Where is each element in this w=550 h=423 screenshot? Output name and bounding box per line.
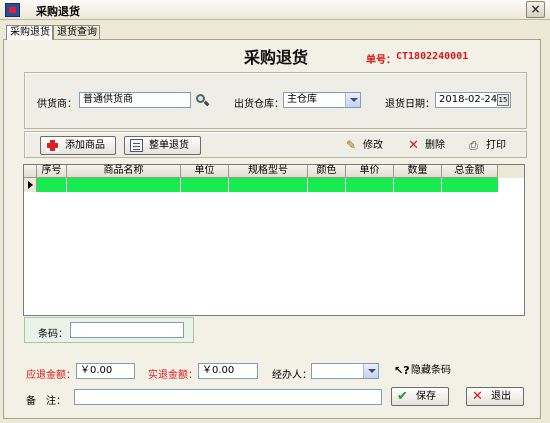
column-header[interactable]: 颜色 <box>308 165 346 178</box>
due-amount-label: 应退金额： <box>26 370 76 381</box>
supplier-field[interactable]: 普通供货商 <box>79 92 191 108</box>
chevron-down-icon[interactable] <box>363 364 378 378</box>
operator-select[interactable] <box>311 363 379 379</box>
delete-button[interactable]: ✕ 删除 <box>408 137 448 155</box>
remark-field[interactable] <box>74 389 382 405</box>
date-value: 2018-02-24 <box>439 94 498 105</box>
exit-button[interactable]: ✕ 退出 <box>466 387 524 406</box>
date-label: 退货日期： <box>385 99 435 110</box>
page-title: 采购退货 <box>244 48 309 67</box>
edit-button[interactable]: ✎ 修改 <box>346 137 386 155</box>
warehouse-select[interactable]: 主仓库 <box>283 92 361 108</box>
operator-label: 经办人： <box>272 370 312 381</box>
table-cell[interactable] <box>67 178 181 192</box>
remark-label: 备 注： <box>26 396 66 407</box>
column-header[interactable]: 序号 <box>37 165 67 178</box>
due-amount-field[interactable]: ￥0.00 <box>76 363 135 379</box>
document-icon <box>130 139 143 152</box>
header-bar: 采购退货 单号： CT1802240001 <box>4 40 540 68</box>
hide-barcode-toggle[interactable]: ↖? 隐藏条码 <box>394 362 454 380</box>
save-button[interactable]: ✔ 保存 <box>391 387 449 406</box>
full-return-button[interactable]: 整单退货 <box>124 136 201 155</box>
search-icon[interactable] <box>195 93 210 107</box>
column-header[interactable]: 数量 <box>394 165 442 178</box>
supplier-label: 供货商： <box>37 99 77 110</box>
column-header[interactable]: 规格型号 <box>229 165 308 178</box>
table-cell[interactable] <box>394 178 442 192</box>
close-button[interactable]: × <box>526 1 545 18</box>
table-cell[interactable] <box>37 178 67 192</box>
date-field[interactable]: 2018-02-24 15 <box>435 92 511 108</box>
tab-purchase-return[interactable]: 采购退货 <box>6 25 53 40</box>
tab-return-query[interactable]: 退货查询 <box>53 25 100 39</box>
app-icon <box>5 3 20 17</box>
pencil-icon: ✎ <box>346 138 357 152</box>
plus-icon <box>46 139 59 152</box>
row-pointer-icon <box>24 178 37 192</box>
printer-icon: ⎙ <box>469 139 478 152</box>
header-corner <box>24 165 37 178</box>
table-cell[interactable] <box>181 178 229 192</box>
form-group: 供货商： 普通供货商 出货仓库： 主仓库 退货日期： 2018-02-24 15 <box>24 72 527 129</box>
table-cell[interactable] <box>346 178 394 192</box>
barcode-input[interactable] <box>70 322 184 338</box>
warehouse-label: 出货仓库： <box>234 99 284 110</box>
close-icon: ✕ <box>472 389 483 404</box>
column-header[interactable]: 单位 <box>181 165 229 178</box>
column-header[interactable]: 单价 <box>346 165 394 178</box>
delete-x-icon: ✕ <box>408 138 419 153</box>
add-item-button[interactable]: 添加商品 <box>40 136 116 155</box>
barcode-label: 条码： <box>38 329 68 340</box>
calendar-icon[interactable]: 15 <box>497 94 509 106</box>
table-cell[interactable] <box>229 178 308 192</box>
toolbar-group: 添加商品 整单退货 ✎ 修改 ✕ 删除 ⎙ 打印 <box>24 131 527 158</box>
cursor-help-icon: ↖? <box>394 364 410 377</box>
title-bar: 采购退货 × <box>0 0 550 20</box>
table-cell[interactable] <box>308 178 346 192</box>
check-icon: ✔ <box>397 389 408 404</box>
window-title: 采购退货 <box>36 5 80 18</box>
actual-amount-label: 实退金额： <box>148 370 198 381</box>
items-table[interactable]: 序号 商品名称 单位 规格型号 颜色 单价 数量 总金额 <box>23 164 525 316</box>
table-cell[interactable] <box>442 178 499 192</box>
warehouse-value: 主仓库 <box>287 94 317 105</box>
column-header[interactable]: 商品名称 <box>67 165 181 178</box>
order-number-label: 单号： <box>366 55 396 66</box>
column-header[interactable]: 总金额 <box>442 165 498 178</box>
chevron-down-icon[interactable] <box>345 93 360 107</box>
table-row[interactable] <box>24 178 499 192</box>
print-button[interactable]: ⎙ 打印 <box>469 137 509 155</box>
order-number: CT1802240001 <box>396 51 469 62</box>
actual-amount-field[interactable]: ￥0.00 <box>198 363 258 379</box>
table-header: 序号 商品名称 单位 规格型号 颜色 单价 数量 总金额 <box>24 165 524 178</box>
barcode-box: 条码： <box>24 317 194 343</box>
